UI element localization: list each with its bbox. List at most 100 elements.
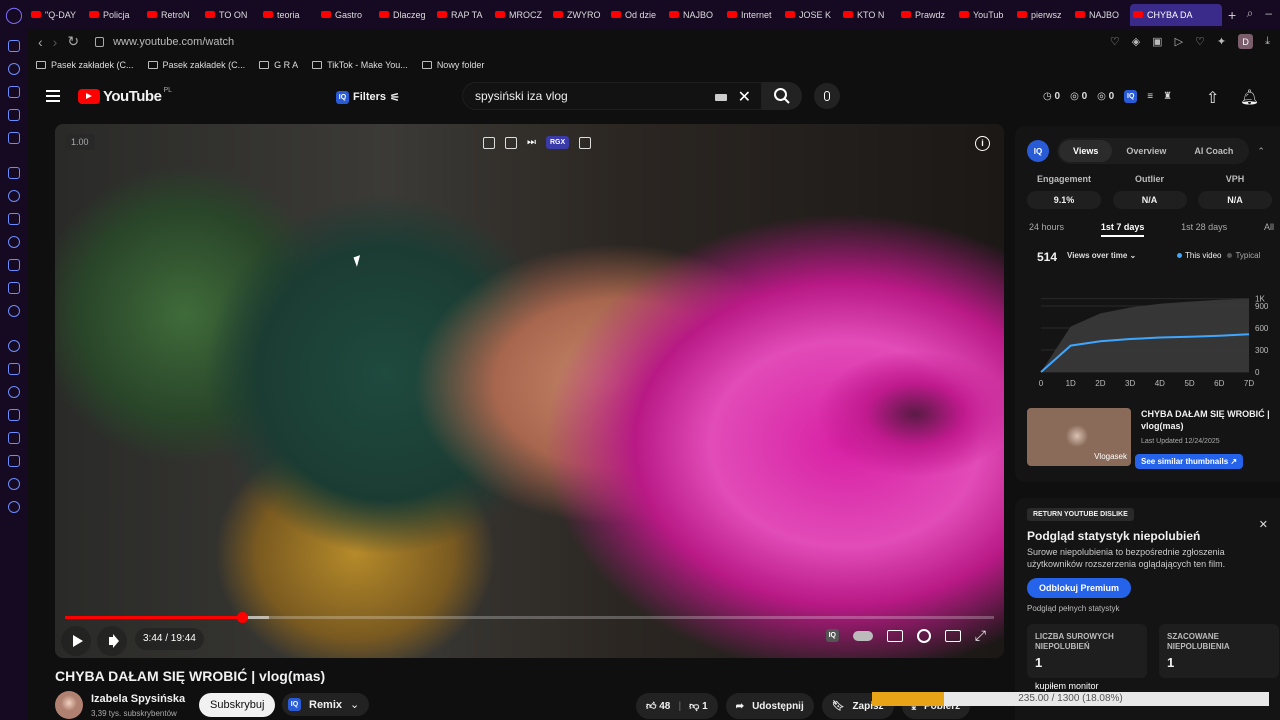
bookmark-2[interactable]: G R A (259, 60, 298, 70)
tab-11[interactable]: NAJBO (666, 4, 724, 26)
sidebar-inbox-icon[interactable] (8, 40, 20, 52)
trophy-icon[interactable]: ♜ (1163, 91, 1172, 102)
browser-logo-icon[interactable]: ◯ (0, 0, 28, 29)
sidebar-instagram-icon[interactable] (8, 236, 20, 248)
hamburger-menu-icon[interactable] (46, 90, 60, 102)
vidiq-menu-icon[interactable]: IQ (1124, 90, 1138, 103)
settings-gear-icon[interactable] (916, 628, 931, 643)
theater-mode-icon[interactable] (944, 629, 961, 642)
shield-icon[interactable]: ◈ (1132, 35, 1140, 48)
rgx-button[interactable]: RGX (546, 136, 570, 149)
play-button[interactable] (61, 626, 91, 656)
sidebar-download-icon[interactable] (8, 455, 20, 467)
sidebar-telegram-icon[interactable] (8, 213, 20, 225)
counter-clock[interactable]: ◷ 0 (1043, 91, 1060, 102)
counter-eye[interactable]: ◎ 0 (1070, 91, 1087, 102)
dislike-button[interactable]: 👎︎ 1 (689, 700, 708, 712)
tab-2[interactable]: RetroN (144, 4, 202, 26)
keyboard-icon[interactable] (715, 94, 727, 101)
bookmark-3[interactable]: TikTok - Make You... (312, 60, 408, 70)
tab-10[interactable]: Od dzie (608, 4, 666, 26)
pip-icon[interactable] (483, 136, 495, 149)
sidebar-send-icon[interactable] (8, 363, 20, 375)
new-tab-button[interactable]: + (1228, 7, 1236, 23)
channel-name[interactable]: Izabela Spysińska (91, 693, 185, 705)
volume-button[interactable] (97, 626, 127, 656)
lock-icon[interactable] (95, 36, 105, 47)
info-icon[interactable]: i (975, 136, 990, 151)
scrubber-handle[interactable] (236, 612, 248, 623)
tab-ai-coach[interactable]: AI Coach (1180, 140, 1247, 162)
bookmark-1[interactable]: Pasek zakładek (C... (147, 60, 245, 70)
subscribe-button[interactable]: Subskrybuj (199, 693, 276, 717)
close-icon[interactable]: ✕ (1259, 518, 1268, 531)
autoplay-toggle[interactable] (852, 630, 873, 641)
tab-13[interactable]: JOSE K (782, 4, 840, 26)
url-field[interactable]: www.youtube.com/watch (113, 36, 234, 48)
thumbnail-image[interactable]: Vlogasek (1027, 408, 1131, 466)
enter-icon[interactable] (505, 136, 517, 149)
video-player[interactable]: 1.00 ⏭ RGX i 3:44 / 19:44 IQ ⤢ (55, 124, 1004, 658)
range-24h[interactable]: 24 hours (1029, 222, 1064, 237)
range-7d[interactable]: 1st 7 days (1100, 222, 1145, 237)
minimize-button[interactable]: – (1265, 6, 1272, 21)
share-button[interactable]: ➦ Udostępnij (725, 693, 814, 719)
views-selector[interactable]: Views over time ⌄ (1067, 251, 1136, 260)
search-input[interactable]: spysiński iza vlog ✕ (462, 82, 762, 110)
tab-18[interactable]: NAJBO (1072, 4, 1130, 26)
tab-views[interactable]: Views (1059, 140, 1113, 162)
sidebar-settings-icon[interactable] (8, 501, 20, 513)
puzzle-icon[interactable]: ✦ (1217, 35, 1226, 48)
bookmark-0[interactable]: Pasek zakładek (C... (36, 60, 134, 70)
notifications-bell-icon[interactable]: 🔔︎ (1240, 88, 1259, 106)
remix-button[interactable]: IQ Remix ⌄ (282, 693, 370, 716)
tab-12[interactable]: Internet (724, 4, 782, 26)
like-button[interactable]: 👍︎ 48 (646, 700, 670, 712)
tab-0[interactable]: "Q-DAY (28, 4, 86, 26)
sidebar-music-icon[interactable] (8, 340, 20, 352)
upload-icon[interactable]: ⇧ (1206, 88, 1219, 108)
profile-avatar[interactable]: D (1238, 34, 1254, 49)
sidebar-messenger-icon[interactable] (8, 190, 20, 202)
vidiq-player-icon[interactable]: IQ (825, 629, 839, 642)
youtube-logo[interactable]: YouTube PL (78, 87, 172, 105)
sidebar-note-icon[interactable] (8, 109, 20, 121)
play-ext-icon[interactable]: ▷ (1175, 35, 1183, 48)
tab-17[interactable]: pierwsz (1014, 4, 1072, 26)
tab-7[interactable]: RAP TA (434, 4, 492, 26)
tab-3[interactable]: TO ON (202, 4, 260, 26)
tab-14[interactable]: KTO N (840, 4, 898, 26)
tab-9[interactable]: ZWYRO (550, 4, 608, 26)
subtitles-icon[interactable] (886, 629, 903, 642)
downloads-icon[interactable]: ⤓ (1265, 35, 1270, 48)
tab-4[interactable]: teoria (260, 4, 318, 26)
bookmark-4[interactable]: Nowy folder (421, 60, 484, 70)
miniplayer-icon[interactable] (579, 136, 592, 149)
unlock-premium-button[interactable]: Odblokuj Premium (1027, 578, 1132, 598)
bookmark-icon[interactable]: ♡ (1110, 35, 1120, 48)
range-28d[interactable]: 1st 28 days (1181, 222, 1227, 237)
sidebar-x-icon[interactable] (8, 259, 20, 271)
tab-active[interactable]: CHYBA DA (1130, 3, 1222, 26)
sidebar-ext-icon[interactable] (8, 305, 20, 317)
fullscreen-icon[interactable]: ⤢ (975, 627, 986, 644)
channel-avatar[interactable] (55, 691, 83, 719)
sidebar-heart-icon[interactable] (8, 386, 20, 398)
heart-icon[interactable]: ♡ (1195, 35, 1205, 48)
sidebar-discord-icon[interactable] (8, 282, 20, 294)
tab-8[interactable]: MROCZ (492, 4, 550, 26)
voice-search-button[interactable] (814, 83, 840, 109)
progress-bar[interactable] (65, 612, 994, 623)
sidebar-mail-icon[interactable] (8, 132, 20, 144)
forward-icon[interactable]: › (53, 34, 58, 50)
tab-1[interactable]: Policja (86, 4, 144, 26)
sidebar-clock-icon[interactable] (8, 63, 20, 75)
tab-6[interactable]: Dlaczeg (376, 4, 434, 26)
back-icon[interactable]: ‹ (38, 34, 43, 50)
tab-16[interactable]: YouTub (956, 4, 1014, 26)
range-all[interactable]: All (1264, 222, 1274, 237)
search-button[interactable] (762, 82, 802, 110)
extension-icon[interactable]: ▣ (1152, 35, 1162, 48)
tab-overview[interactable]: Overview (1112, 140, 1180, 162)
collapse-icon[interactable]: ⌃ (1257, 146, 1265, 157)
